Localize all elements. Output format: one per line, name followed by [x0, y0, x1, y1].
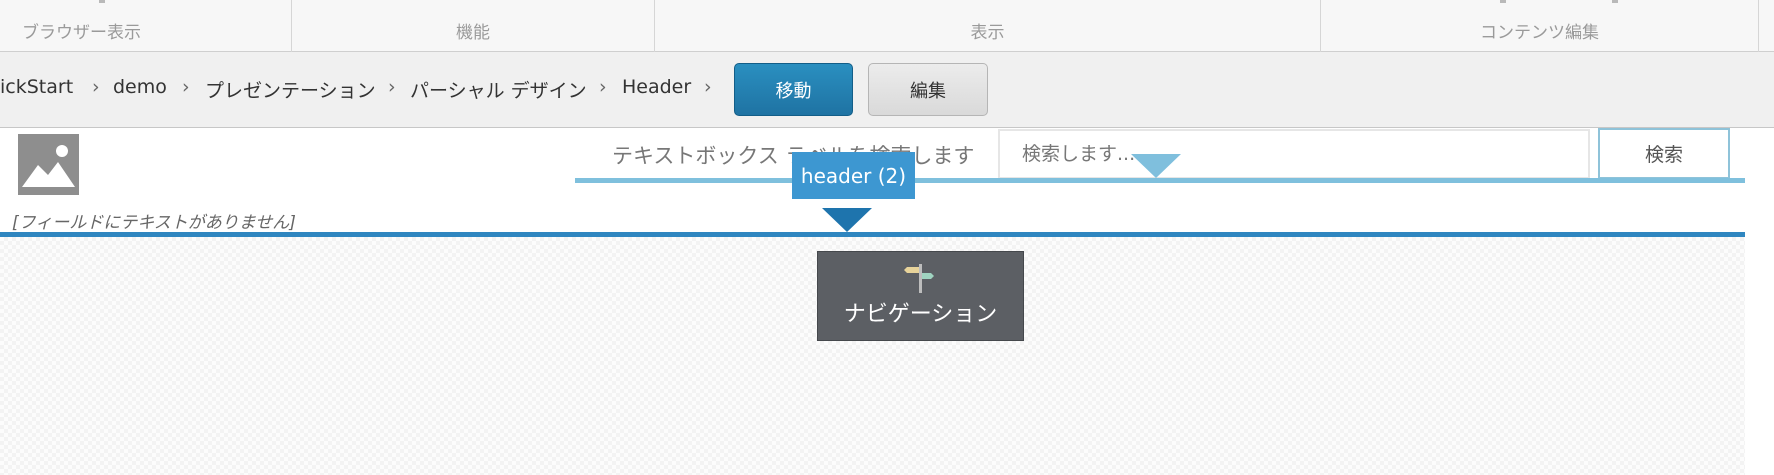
- ribbon-notch: [1612, 0, 1618, 3]
- ribbon-group-display: 表示: [655, 0, 1321, 52]
- edit-button[interactable]: 編集: [868, 63, 988, 116]
- breadcrumb-item-quickstart[interactable]: ickStart: [0, 76, 73, 98]
- breadcrumb-item-header[interactable]: Header: [622, 76, 691, 98]
- placeholder-pointer-icon: [822, 208, 872, 232]
- breadcrumb-separator: ›: [599, 76, 607, 98]
- signpost-icon: [904, 262, 938, 300]
- ribbon-group-label: 表示: [970, 23, 1005, 43]
- ribbon-group-features: 機能: [292, 0, 655, 52]
- ribbon-group-label: 機能: [456, 23, 490, 43]
- ribbon: ブラウザー表示 機能 表示 コンテンツ編集: [0, 0, 1774, 52]
- breadcrumb-separator: ›: [704, 76, 712, 98]
- breadcrumb-bar: ickStart › demo › プレゼンテーション › パーシャル デザイン…: [0, 52, 1774, 128]
- breadcrumb-item-demo[interactable]: demo: [113, 76, 167, 98]
- empty-field-text[interactable]: [フィールドにテキストがありません]: [12, 208, 296, 233]
- navigation-rendering[interactable]: ナビゲーション: [817, 251, 1024, 341]
- image-placeholder-icon[interactable]: [18, 134, 79, 195]
- ribbon-group-label: ブラウザー表示: [22, 23, 141, 43]
- ribbon-notch: [99, 0, 105, 3]
- ribbon-group-label: コンテンツ編集: [1480, 23, 1599, 43]
- breadcrumb-item-presentation[interactable]: プレゼンテーション: [205, 76, 376, 103]
- navigation-label: ナビゲーション: [843, 302, 998, 327]
- placeholder-arrow-icon: [1131, 154, 1181, 178]
- breadcrumb-separator: ›: [388, 76, 396, 98]
- ribbon-group-content-edit: コンテンツ編集: [1321, 0, 1759, 52]
- ribbon-group-browser-view: ブラウザー表示: [0, 0, 292, 52]
- search-input[interactable]: 検索します...: [998, 129, 1590, 179]
- move-button[interactable]: 移動: [734, 63, 853, 116]
- placeholder-indicator-line: [575, 178, 1745, 183]
- breadcrumb-item-partial-design[interactable]: パーシャル デザイン: [410, 76, 587, 103]
- breadcrumb-separator: ›: [92, 76, 100, 98]
- search-button[interactable]: 検索: [1598, 128, 1730, 179]
- placeholder-tag-header[interactable]: header (2): [792, 152, 915, 199]
- breadcrumb-separator: ›: [182, 76, 190, 98]
- ribbon-notch: [1500, 0, 1506, 3]
